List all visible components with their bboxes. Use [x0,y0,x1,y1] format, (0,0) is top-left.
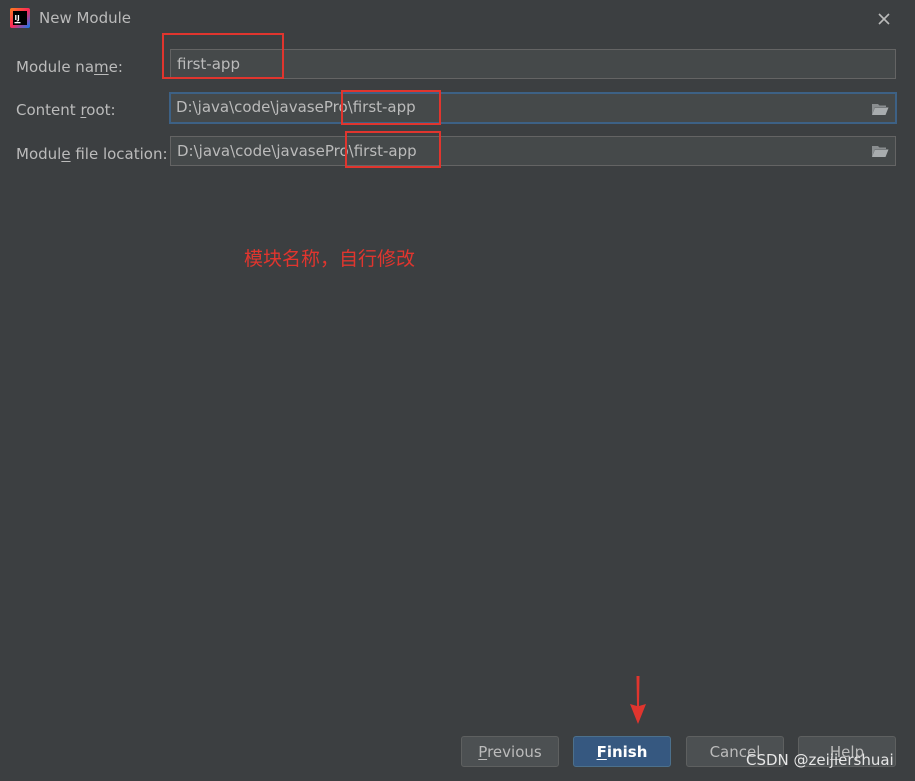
module-file-location-folder-name: first-app [353,142,417,160]
module-name-label-text: Module name: [16,58,123,76]
watermark: CSDN @zeijiershuai [746,751,894,769]
content-root-label: Content root: [16,101,116,119]
close-icon[interactable] [873,8,895,30]
content-root-folder-name: first-app [352,98,416,116]
new-module-dialog: IJ New Module Module name: Content root:… [0,0,915,781]
finish-mnemonic: F [596,743,607,761]
module-name-input[interactable] [170,49,896,79]
content-root-prefix: D:\java\code\javasePro [176,98,348,116]
finish-button-label: inish [606,743,648,761]
finish-button[interactable]: Finish [573,736,671,767]
arrow-down-icon [630,676,646,724]
previous-button[interactable]: Previous [461,736,559,767]
folder-open-icon[interactable] [871,102,889,116]
module-file-location-label-text: Module file location: [16,145,168,163]
module-file-location-label: Module file location: [16,145,168,163]
svg-text:IJ: IJ [15,14,20,22]
annotation-text: 模块名称，自行修改 [244,248,416,270]
window-title: New Module [39,9,132,27]
content-root-input[interactable]: D:\java\code\javasePro\first-app [169,92,897,124]
module-file-location-prefix: D:\java\code\javasePro [177,142,349,160]
intellij-idea-icon: IJ [10,8,30,28]
previous-mnemonic: P [478,743,488,761]
content-root-label-text: Content root: [16,101,116,119]
module-file-location-input[interactable]: D:\java\code\javasePro\first-app [170,136,896,166]
previous-button-label: revious [487,743,542,761]
module-name-label: Module name: [16,58,123,76]
title-bar: IJ New Module [0,0,915,36]
folder-open-icon[interactable] [871,144,889,158]
